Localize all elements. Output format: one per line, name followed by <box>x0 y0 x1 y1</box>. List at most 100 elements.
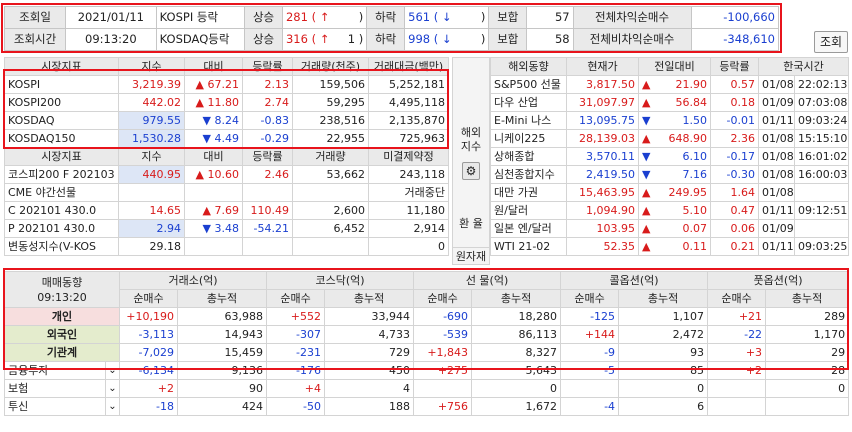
deriv-name[interactable]: 코스피200 F 202103 <box>4 165 119 184</box>
overseas-row[interactable]: 다우 산업 31,097.97 ▲ 56.84 0.18 01/09 07:03:08 <box>490 93 850 112</box>
trade-group-3[interactable]: 콜옵션(억) <box>560 271 709 290</box>
trade-group-1[interactable]: 코스닥(억) <box>266 271 415 290</box>
overseas-row[interactable]: 원/달러 1,094.90 ▲ 5.10 0.47 01/11 09:12:51 <box>490 201 850 220</box>
overseas-header-4[interactable]: 한국시간 <box>757 57 850 76</box>
trade-investor-name[interactable]: 기관계 <box>4 343 120 362</box>
trade-row[interactable]: 외국인 -3,113 14,943 -307 4,733 -539 86,113 +144 2,… <box>4 325 850 344</box>
overseas-time <box>793 183 850 202</box>
overseas-name[interactable]: 심천종합지수 <box>490 165 567 184</box>
trade-group-2[interactable]: 선 물(억) <box>413 271 562 290</box>
index-header-3[interactable]: 등락률 <box>242 57 293 76</box>
trade-sub-total[interactable]: 총누적 <box>176 289 268 308</box>
index-row[interactable]: KOSPI200 442.02 ▲ 11.80 2.74 59,295 4,495,118 <box>4 93 449 112</box>
index-header-4[interactable]: 거래량(천주) <box>292 57 369 76</box>
deriv-header-3[interactable]: 등락률 <box>242 147 293 166</box>
index-diff-value: 67.21 <box>207 78 240 91</box>
trade-investor-name[interactable]: 외국인 <box>4 325 120 344</box>
settings-gear-icon[interactable]: ⚙ <box>462 162 480 180</box>
deriv-header-4[interactable]: 거래량 <box>292 147 369 166</box>
overseas-row[interactable]: 니케이225 28,139.03 ▲ 648.90 2.36 01/08 15:15:10 <box>490 129 850 148</box>
index-row[interactable]: KOSPI 3,219.39 ▲ 67.21 2.13 159,506 5,252,181 <box>4 75 449 94</box>
trade-group-4[interactable]: 풋옵션(억) <box>707 271 850 290</box>
overseas-name[interactable]: 일본 엔/달러 <box>490 219 567 238</box>
overseas-name[interactable]: 대만 가권 <box>490 183 567 202</box>
deriv-row[interactable]: CME 야간선물 거래중단 <box>4 183 449 202</box>
date-value[interactable]: 2021/01/11 <box>65 6 157 29</box>
overseas-header-3[interactable]: 등락률 <box>710 57 759 76</box>
deriv-header-2[interactable]: 대비 <box>184 147 243 166</box>
trade-investor-name[interactable]: 투신 <box>4 397 106 416</box>
index-header-5[interactable]: 거래대금(백만) <box>368 57 449 76</box>
overseas-name[interactable]: 니케이225 <box>490 129 567 148</box>
overseas-row[interactable]: 심천종합지수 2,419.50 ▼ 7.16 -0.30 01/08 16:00:03 <box>490 165 850 184</box>
trade-sub-net[interactable]: 순매수 <box>266 289 326 308</box>
overseas-row[interactable]: 일본 엔/달러 103.95 ▲ 0.07 0.06 01/09 <box>490 219 850 238</box>
trade-sub-total[interactable]: 총누적 <box>324 289 415 308</box>
query-button[interactable]: 조회 <box>814 31 848 53</box>
trade-sub-total[interactable]: 총누적 <box>471 289 562 308</box>
deriv-row[interactable]: 코스피200 F 202103 440.95 ▲ 10.60 2.46 53,662 24… <box>4 165 449 184</box>
trade-row[interactable]: 투신 ⌄ -18 424 -50 188 +756 1,672 -4 6 <box>4 397 850 416</box>
trade-row[interactable]: 금융투자 ⌄ -6,134 9,136 -176 450 +275 5,643 -5 85 +2 28 <box>4 361 850 380</box>
overseas-row[interactable]: 상해종합 3,570.11 ▼ 6.10 -0.17 01/08 16:01:02 <box>490 147 850 166</box>
index-header-2[interactable]: 대비 <box>184 57 243 76</box>
kospi-down-count: 561 ( ↓ ) <box>404 6 490 29</box>
index-name[interactable]: KOSPI200 <box>4 93 119 112</box>
overseas-header-1[interactable]: 현재가 <box>566 57 639 76</box>
deriv-name[interactable]: CME 야간선물 <box>4 183 119 202</box>
trade-investor-name[interactable]: 개인 <box>4 307 120 326</box>
index-value: 1,530.28 <box>118 129 185 148</box>
overseas-name[interactable]: 다우 산업 <box>490 93 567 112</box>
expand-chevron-icon[interactable]: ⌄ <box>105 397 120 416</box>
kosdaq-up-count: 316 ( ↑ 1 ) <box>281 28 368 51</box>
overseas-name[interactable]: S&P500 선물 <box>490 75 567 94</box>
index-header-1[interactable]: 지수 <box>118 57 185 76</box>
trade-row[interactable]: 개인 +10,190 63,988 +552 33,944 -690 18,280 -125 1… <box>4 307 850 326</box>
trade-row[interactable]: 기관계 -7,029 15,459 -231 729 +1,843 8,327 -9 93 +3 2… <box>4 343 850 362</box>
trade-total-value: 14,943 <box>176 325 268 344</box>
overseas-row[interactable]: S&P500 선물 3,817.50 ▲ 21.90 0.57 01/08 22:02:13 <box>490 75 850 94</box>
trade-row[interactable]: 보험 ⌄ +2 90 +4 4 0 0 0 <box>4 379 850 398</box>
trade-investor-name[interactable]: 보험 <box>4 379 106 398</box>
market-index-table: 시장지표 지수 대비 등락률 거래량(천주) 거래대금(백만) KOSPI 3,219.39… <box>4 57 449 256</box>
deriv-header-1[interactable]: 지수 <box>118 147 185 166</box>
overseas-header-0[interactable]: 해외동향 <box>490 57 567 76</box>
trade-total-value <box>765 397 850 416</box>
trade-group-0[interactable]: 거래소(억) <box>118 271 268 290</box>
overseas-name[interactable]: E-Mini 나스 <box>490 111 567 130</box>
trade-sub-net[interactable]: 순매수 <box>707 289 767 308</box>
overseas-diff-value: 21.90 <box>675 78 708 91</box>
index-row[interactable]: KOSDAQ 979.55 ▼ 8.24 -0.83 238,516 2,135,870 <box>4 111 449 130</box>
deriv-header-5[interactable]: 미결제약정 <box>368 147 449 166</box>
trade-total-value: 1,107 <box>618 307 709 326</box>
trade-sub-total[interactable]: 총누적 <box>765 289 850 308</box>
deriv-row[interactable]: C 202101 430.0 14.65 ▲ 7.69 110.49 2,600 11,1… <box>4 201 449 220</box>
overseas-name[interactable]: 원/달러 <box>490 201 567 220</box>
index-header-0[interactable]: 시장지표 <box>4 57 119 76</box>
trade-net-value: +1,843 <box>413 343 473 362</box>
overseas-name[interactable]: 상해종합 <box>490 147 567 166</box>
overseas-name[interactable]: WTI 21-02 <box>490 237 567 256</box>
deriv-name[interactable]: C 202101 430.0 <box>4 201 119 220</box>
trade-sub-net[interactable]: 순매수 <box>119 289 178 308</box>
index-row[interactable]: KOSDAQ150 1,530.28 ▼ 4.49 -0.29 22,955 725,96… <box>4 129 449 148</box>
overseas-row[interactable]: 대만 가권 15,463.95 ▲ 249.95 1.64 01/08 <box>490 183 850 202</box>
deriv-name[interactable]: 변동성지수(V-KOS <box>4 237 119 256</box>
overseas-row[interactable]: E-Mini 나스 13,095.75 ▼ 1.50 -0.01 01/11 09:03:2… <box>490 111 850 130</box>
overseas-header-2[interactable]: 전일대비 <box>638 57 711 76</box>
expand-chevron-icon[interactable]: ⌄ <box>105 379 120 398</box>
expand-chevron-icon[interactable]: ⌄ <box>105 361 120 380</box>
trade-investor-name[interactable]: 금융투자 <box>4 361 106 380</box>
deriv-name[interactable]: P 202101 430.0 <box>4 219 119 238</box>
time-value[interactable]: 09:13:20 <box>65 28 157 51</box>
deriv-header-0[interactable]: 시장지표 <box>4 147 119 166</box>
index-name[interactable]: KOSPI <box>4 75 119 94</box>
trade-sub-net[interactable]: 순매수 <box>560 289 620 308</box>
index-name[interactable]: KOSDAQ150 <box>4 129 119 148</box>
trade-sub-total[interactable]: 총누적 <box>618 289 709 308</box>
deriv-row[interactable]: P 202101 430.0 2.94 ▼ 3.48 -54.21 6,452 2,914 <box>4 219 449 238</box>
overseas-row[interactable]: WTI 21-02 52.35 ▲ 0.11 0.21 01/11 09:03:25 <box>490 237 850 256</box>
deriv-row[interactable]: 변동성지수(V-KOS 29.18 0 <box>4 237 449 256</box>
trade-sub-net[interactable]: 순매수 <box>413 289 473 308</box>
index-name[interactable]: KOSDAQ <box>4 111 119 130</box>
